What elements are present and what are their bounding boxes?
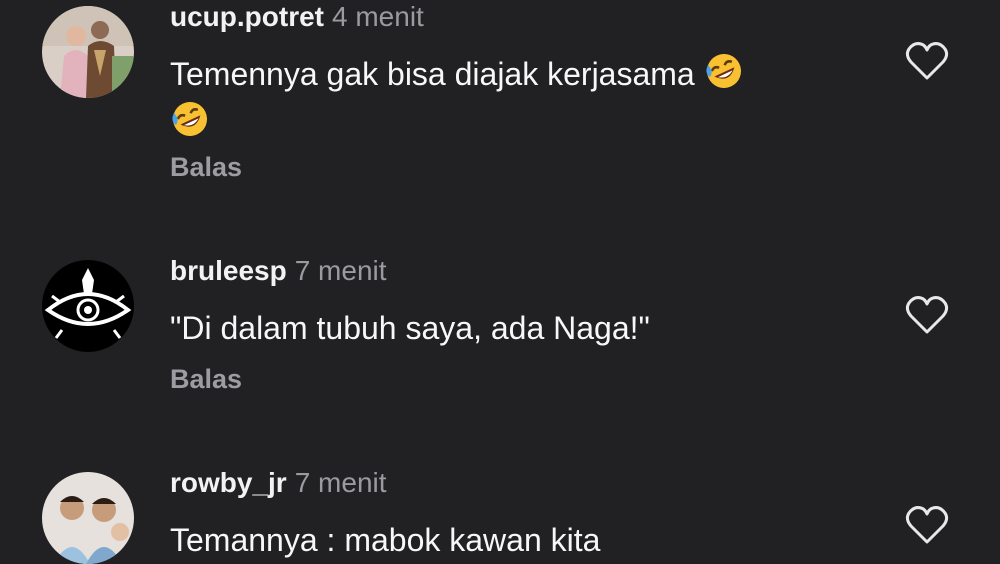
comment-item: bruleesp 7 menit "Di dalam tubuh saya, ad… — [0, 254, 1000, 424]
comment-item: ucup.potret 4 menit Temennya gak bisa dia… — [0, 0, 1000, 220]
avatar[interactable] — [42, 260, 134, 352]
comment-meta: rowby_jr 7 menit — [170, 466, 387, 500]
comment-text-content: Temennya gak bisa diajak kerjasama — [170, 56, 695, 92]
heart-outline-icon — [905, 296, 949, 334]
rolling-laughing-emoji-icon — [170, 99, 210, 139]
username[interactable]: rowby_jr — [170, 467, 287, 498]
like-button[interactable] — [904, 504, 950, 546]
comment-item: rowby_jr 7 menit Temannya : mabok kawan k… — [0, 466, 1000, 564]
comment-text: Temennya gak bisa diajak kerjasama — [170, 50, 850, 146]
heart-outline-icon — [905, 506, 949, 544]
comment-meta: ucup.potret 4 menit — [170, 0, 424, 34]
username[interactable]: bruleesp — [170, 255, 287, 286]
timestamp: 7 menit — [294, 255, 387, 286]
avatar[interactable] — [42, 6, 134, 98]
timestamp: 4 menit — [332, 1, 424, 32]
reply-button[interactable]: Balas — [170, 152, 242, 183]
timestamp: 7 menit — [294, 467, 387, 498]
like-button[interactable] — [904, 294, 950, 336]
comment-meta: bruleesp 7 menit — [170, 254, 387, 288]
heart-outline-icon — [905, 42, 949, 80]
rolling-laughing-emoji-icon — [704, 51, 744, 91]
reply-button[interactable]: Balas — [170, 364, 242, 395]
comment-text: Temannya : mabok kawan kita — [170, 522, 601, 558]
avatar[interactable] — [42, 472, 134, 564]
like-button[interactable] — [904, 40, 950, 82]
username[interactable]: ucup.potret — [170, 1, 324, 32]
comment-text: "Di dalam tubuh saya, ada Naga!" — [170, 310, 650, 346]
